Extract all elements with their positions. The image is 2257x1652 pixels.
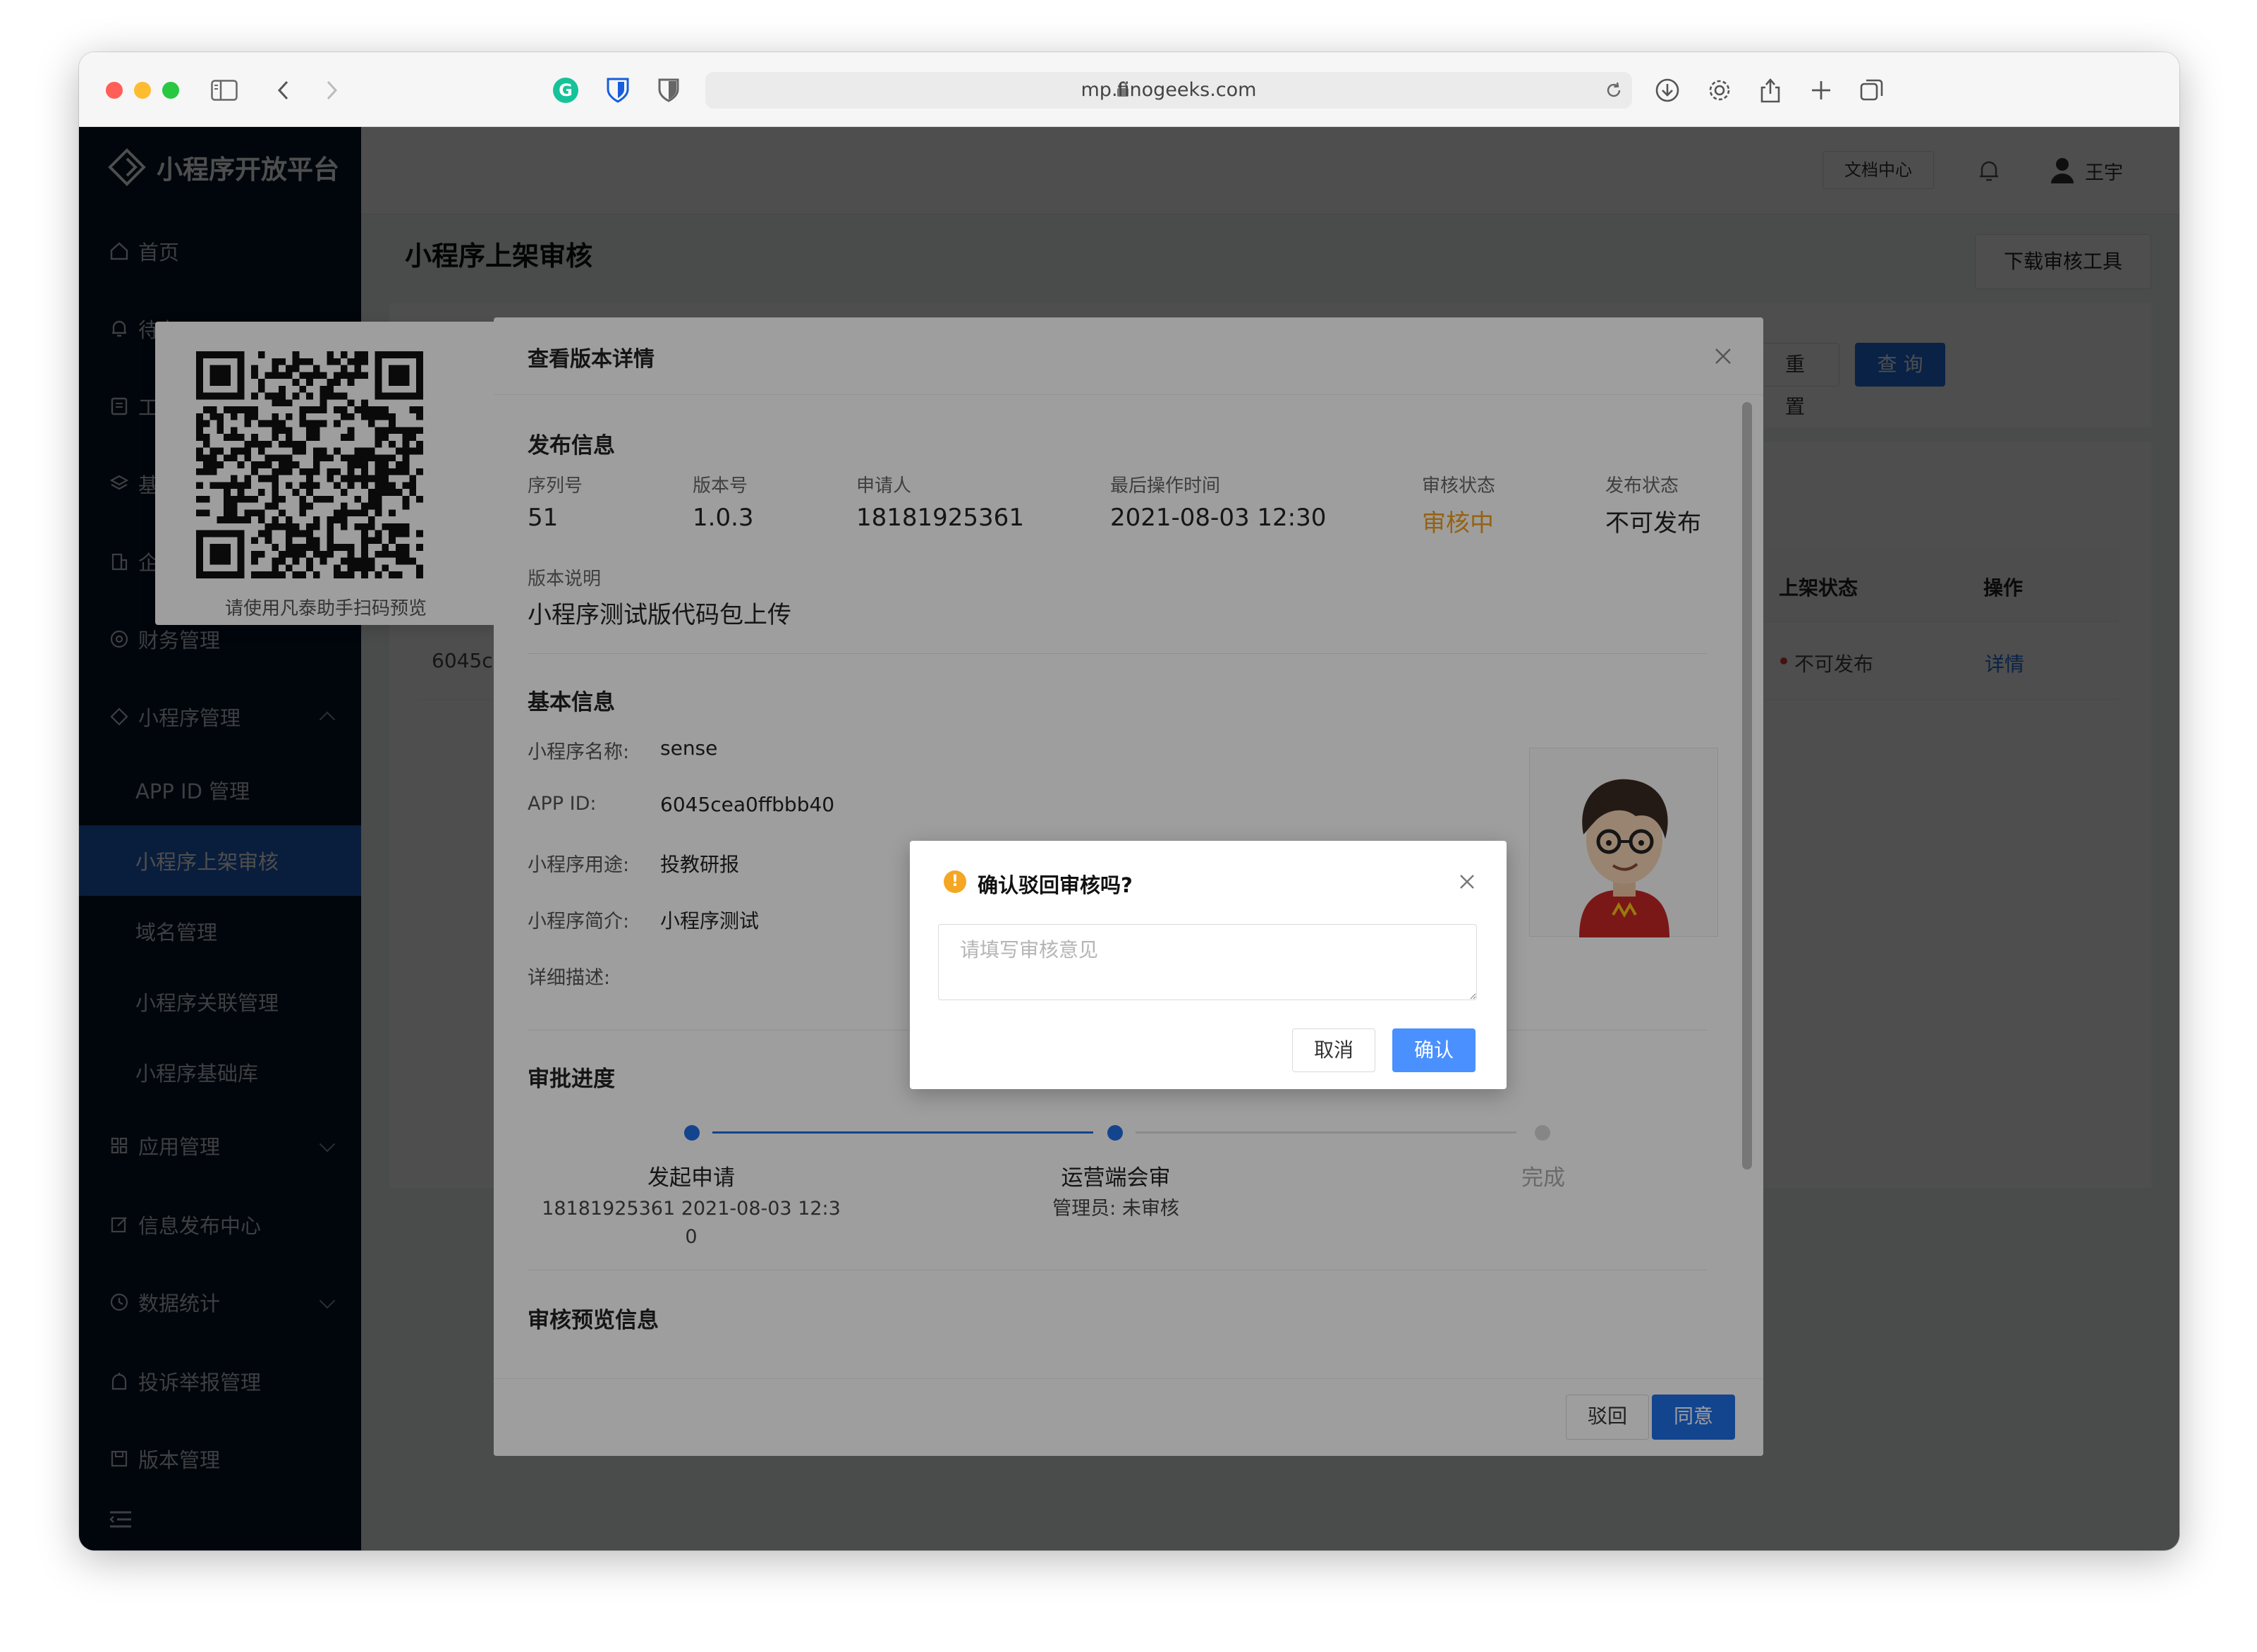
browser-toolbar: G mp.finogeeks.com	[79, 52, 2179, 127]
tab-overview-icon[interactable]	[1858, 76, 1886, 104]
confirm-overlay[interactable]	[79, 127, 2179, 1550]
forward-icon[interactable]	[317, 76, 346, 104]
url-text: mp.finogeeks.com	[1081, 79, 1257, 101]
address-bar[interactable]: mp.finogeeks.com	[705, 72, 1632, 109]
cancel-button[interactable]: 取消	[1292, 1028, 1376, 1072]
privacy-shield-icon[interactable]	[655, 76, 683, 104]
confirm-reject-dialog: ! 确认驳回审核吗? 取消 确认	[910, 841, 1507, 1089]
browser-window: G mp.finogeeks.com 请使用凡泰助手扫码预览 查看版本详情 发布…	[79, 52, 2179, 1550]
confirm-title: 确认驳回审核吗?	[978, 873, 1133, 897]
share-icon[interactable]	[1756, 76, 1784, 104]
close-icon[interactable]	[1459, 873, 1476, 890]
svg-text:G: G	[559, 80, 573, 100]
review-comment-input[interactable]	[938, 924, 1477, 1000]
back-icon[interactable]	[269, 76, 298, 104]
new-tab-icon[interactable]	[1807, 76, 1835, 104]
settings-gear-icon[interactable]	[1705, 76, 1734, 104]
minimize-window-button[interactable]	[134, 82, 151, 99]
bitwarden-extension-icon[interactable]	[604, 76, 632, 104]
confirm-button[interactable]: 确认	[1392, 1028, 1476, 1072]
close-window-button[interactable]	[106, 82, 123, 99]
sidebar-toggle-icon[interactable]	[210, 76, 238, 104]
reload-icon[interactable]	[1605, 82, 1622, 99]
zoom-window-button[interactable]	[162, 82, 179, 99]
warning-icon: !	[944, 870, 966, 893]
app-content: 小程序开放平台 首页 待办 工单 基础 企业	[79, 127, 2179, 1550]
download-icon[interactable]	[1653, 76, 1681, 104]
grammarly-extension-icon[interactable]: G	[552, 76, 580, 104]
